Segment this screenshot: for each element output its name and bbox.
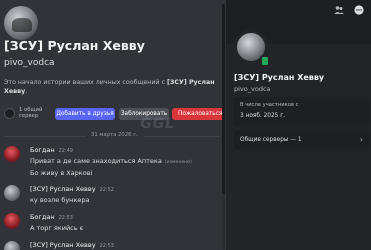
mutual-servers[interactable]: 1 общий сервер xyxy=(4,107,43,119)
member-since-value: 3 нояб. 2025 г. xyxy=(240,113,286,119)
message-header: Богдан 22:49 xyxy=(30,146,73,154)
profile-display-name: [ЗСУ] Руслан Хевву xyxy=(234,73,325,82)
message-time: 22:53 xyxy=(99,243,114,249)
author-avatar[interactable] xyxy=(4,241,20,250)
mutual-servers-card[interactable]: Общие серверы — 1 › xyxy=(234,130,370,150)
message-time: 22:52 xyxy=(99,187,114,193)
author-name[interactable]: Богдан xyxy=(30,146,55,154)
watermark-logo: GGL xyxy=(138,116,177,132)
report-button[interactable]: Пожаловаться на xyxy=(172,108,224,120)
panel-toolbar xyxy=(333,4,365,16)
message-header: [ЗСУ] Руслан Хевву 22:52 xyxy=(30,185,114,193)
chat-scrollbar-thumb[interactable] xyxy=(222,4,225,194)
dm-title: [ЗСУ] Руслан Хевву xyxy=(4,38,145,53)
date-divider: 31 марта 2026 г. xyxy=(86,132,143,138)
edited-label: (изменено) xyxy=(164,160,192,165)
mutual-servers-label: 1 общий сервер xyxy=(19,107,43,120)
server-icon xyxy=(4,107,15,119)
author-avatar[interactable] xyxy=(4,213,20,229)
message-line: Приват а де саме знаходиться Аптека xyxy=(30,157,162,165)
dm-intro-text: Это начало истории ваших личных сообщени… xyxy=(4,78,220,96)
chevron-right-icon: › xyxy=(359,135,363,144)
profile-username: pivo_vodca xyxy=(234,85,271,93)
message-text: А торг якийсь є xyxy=(30,224,84,232)
message-text: Приват а де саме знаходиться Аптека (изме… xyxy=(30,157,192,165)
message-text: ку возле бункера xyxy=(30,196,90,204)
author-avatar[interactable] xyxy=(4,146,20,162)
profile-panel: [ЗСУ] Руслан Хевву pivo_vodca В числе уч… xyxy=(226,0,371,250)
message-text: Бо живу в Харкові xyxy=(30,169,93,177)
mobile-online-status-icon xyxy=(260,55,270,67)
mutual-servers-count: Общие серверы — 1 xyxy=(240,137,302,143)
message-header: [ЗСУ] Руслан Хевву 22:53 xyxy=(30,241,114,249)
people-icon[interactable] xyxy=(333,4,345,16)
member-since-label: В числе участников с xyxy=(240,102,299,108)
chat-area: [ЗСУ] Руслан Хевву pivo_vodca Это начало… xyxy=(0,0,224,250)
author-avatar[interactable] xyxy=(4,185,20,201)
user-avatar[interactable] xyxy=(4,6,38,40)
message-time: 22:53 xyxy=(58,215,73,221)
add-friend-button[interactable]: Добавить в друзья xyxy=(55,108,115,120)
more-icon[interactable] xyxy=(353,4,365,16)
author-name[interactable]: Богдан xyxy=(30,213,55,221)
intro-suffix: . xyxy=(25,88,28,95)
dm-username: pivo_vodca xyxy=(4,58,55,68)
message-header: Богдан 22:53 xyxy=(30,213,73,221)
member-since-card: В числе участников с 3 нояб. 2025 г. xyxy=(234,97,370,127)
intro-prefix: Это начало истории ваших личных сообщени… xyxy=(4,79,168,86)
author-name[interactable]: [ЗСУ] Руслан Хевву xyxy=(30,185,96,193)
message-time: 22:49 xyxy=(58,148,73,154)
author-name[interactable]: [ЗСУ] Руслан Хевву xyxy=(30,241,96,249)
